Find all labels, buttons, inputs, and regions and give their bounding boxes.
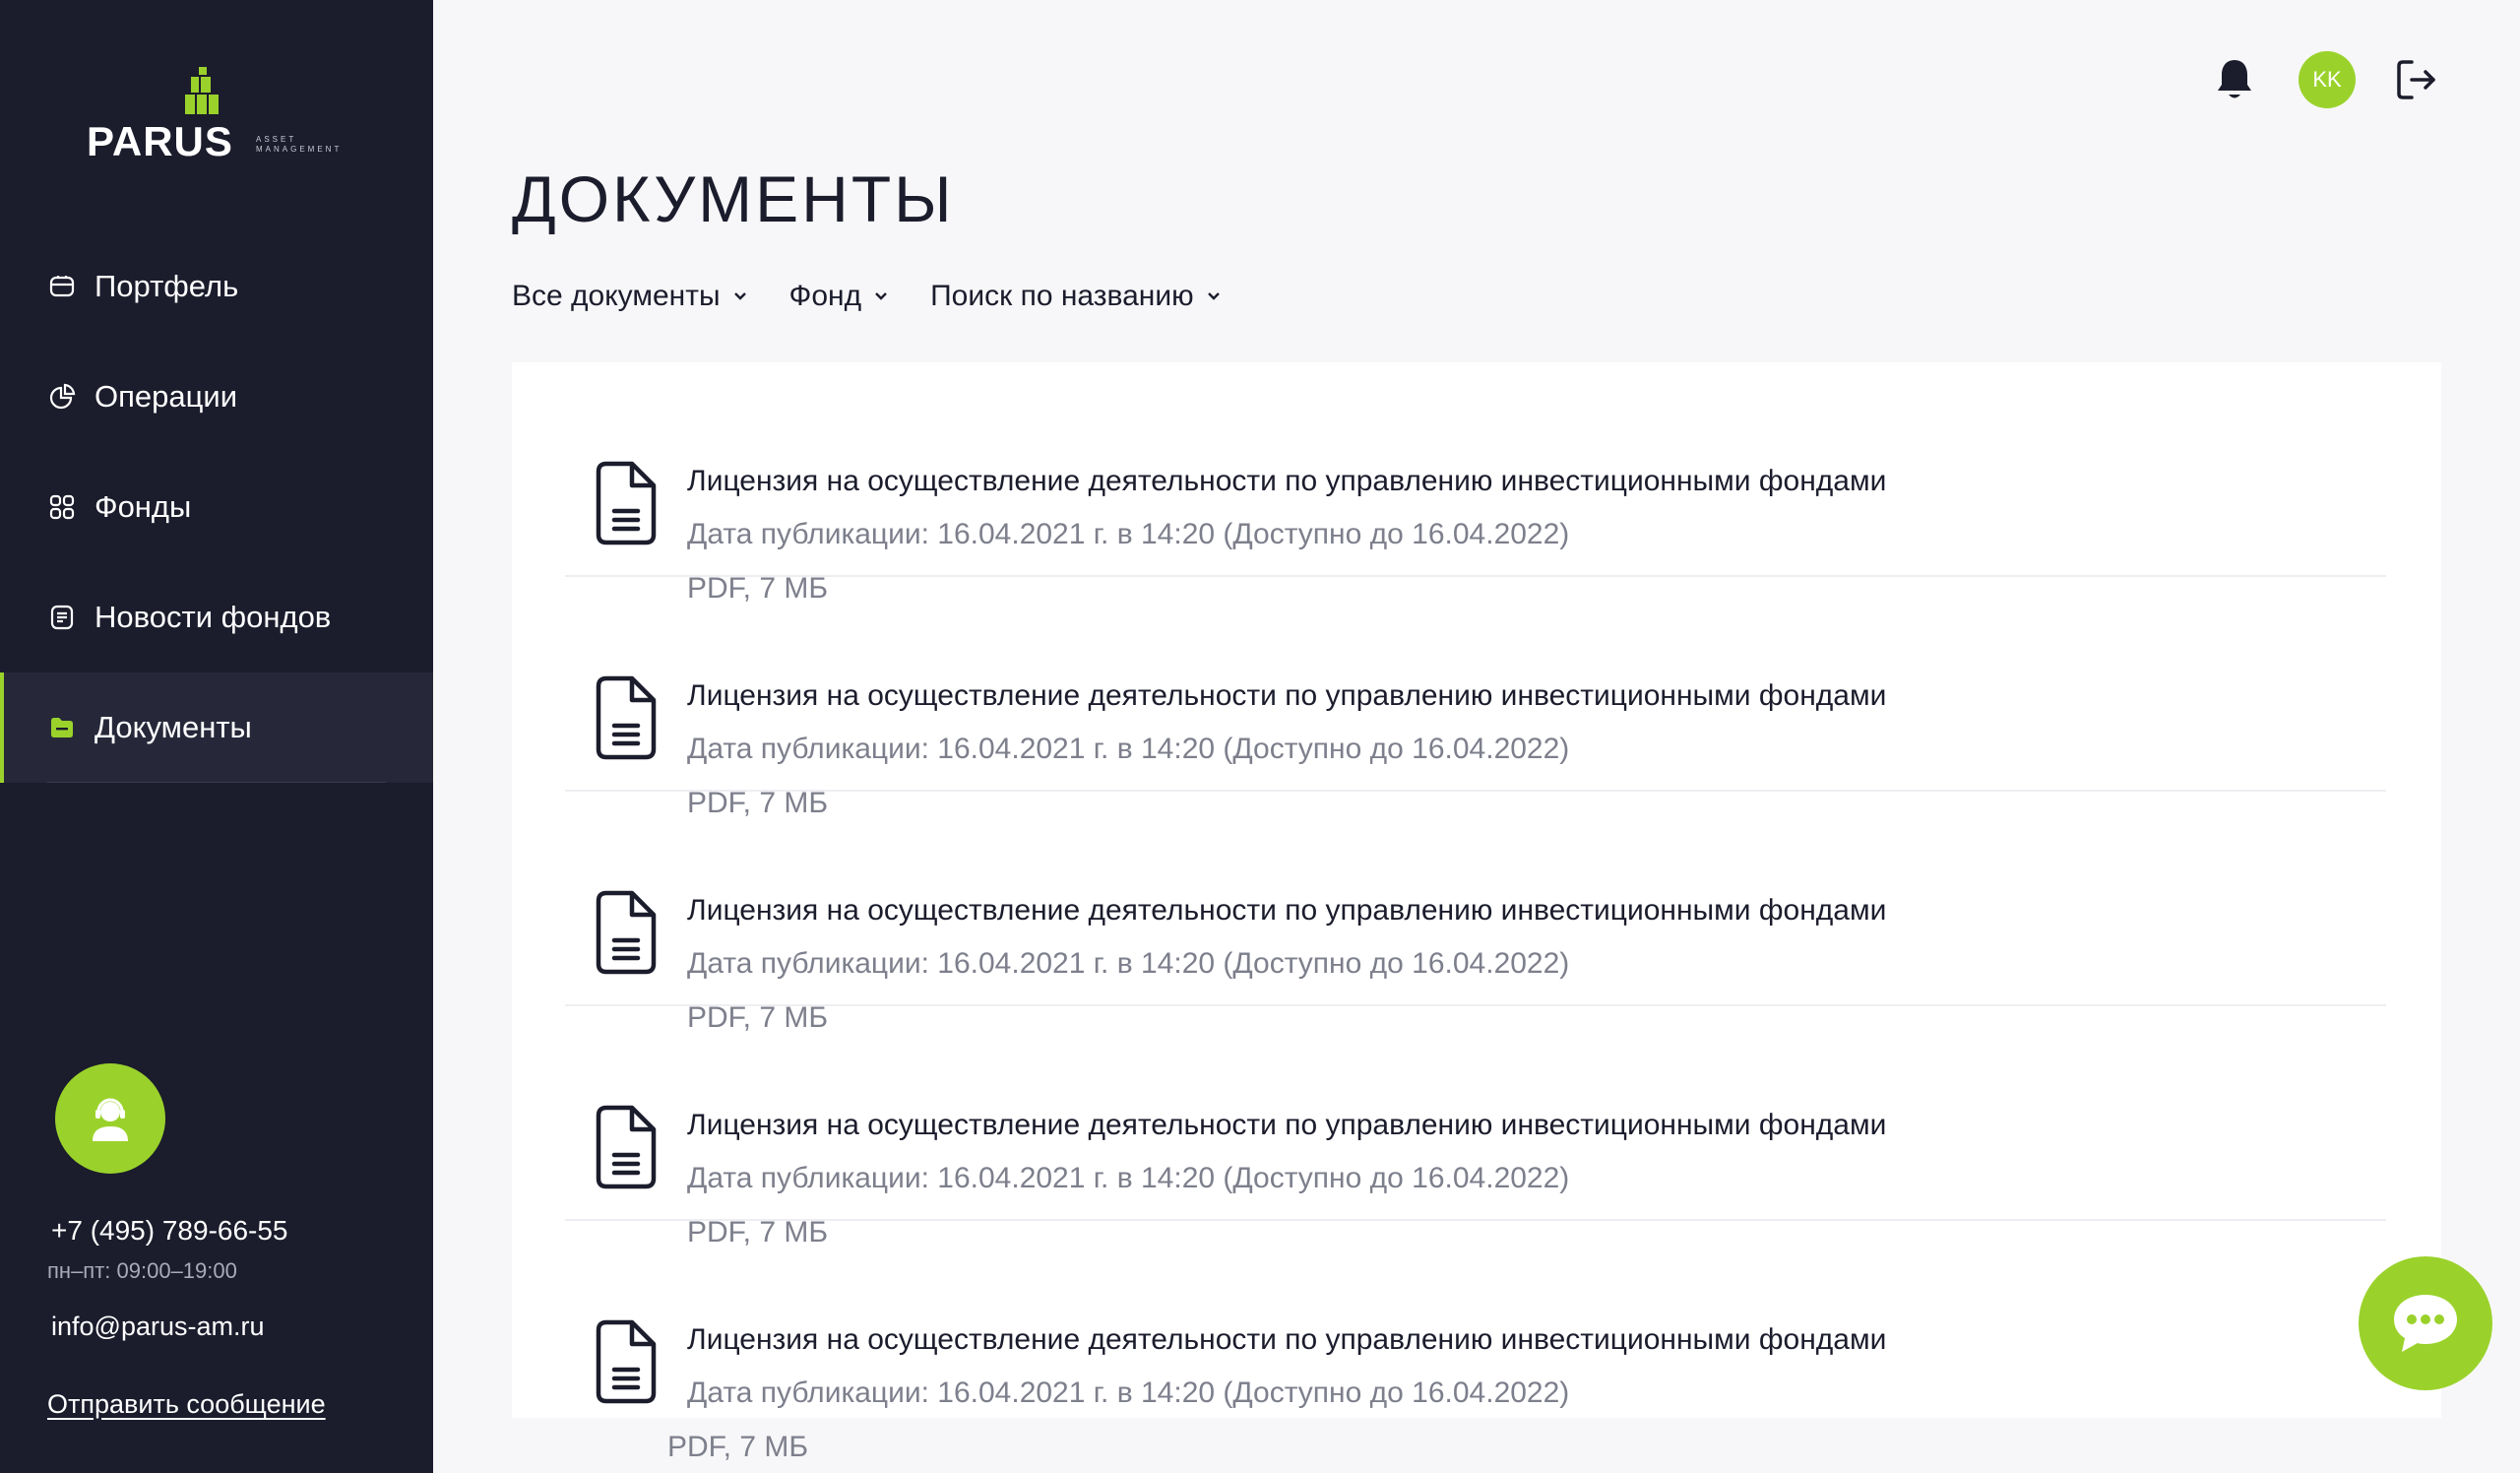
document-date: Дата публикации: 16.04.2021 г. в 14:20 (… [687, 947, 1570, 980]
list-item[interactable]: Лицензия на осуществление деятельности п… [565, 577, 2386, 819]
document-icon [596, 675, 657, 760]
document-title[interactable]: Лицензия на осуществление деятельности п… [687, 679, 1886, 713]
pie-chart-icon [47, 382, 77, 412]
list-item[interactable]: Лицензия на осуществление деятельности п… [565, 792, 2386, 1034]
list-item[interactable]: Лицензия на осуществление деятельности п… [565, 1006, 2386, 1249]
document-date: Дата публикации: 16.04.2021 г. в 14:20 (… [687, 733, 1570, 765]
filter-all-documents[interactable]: Все документы [512, 280, 748, 313]
sidebar-item-documents[interactable]: Документы [0, 672, 433, 783]
chevron-down-icon [1207, 292, 1220, 300]
sidebar-item-label: Операции [94, 379, 238, 414]
document-meta: PDF, 7 МБ [667, 1431, 809, 1463]
sidebar-item-funds[interactable]: Фонды [0, 452, 433, 562]
document-title[interactable]: Лицензия на осуществление деятельности п… [687, 894, 1886, 928]
chat-bubble-icon [2394, 1295, 2457, 1352]
app-root: PARUS ASSET MANAGEMENT Портфель Операции… [0, 0, 2520, 1473]
send-message-link[interactable]: Отправить сообщение [47, 1389, 326, 1420]
sidebar-item-label: Фонды [94, 489, 192, 524]
sidebar-item-fund-news[interactable]: Новости фондов [0, 562, 433, 672]
sidebar-item-portfolio[interactable]: Портфель [0, 231, 433, 342]
contact-email[interactable]: info@parus-am.ru [51, 1312, 265, 1342]
chevron-down-icon [733, 292, 746, 300]
list-item[interactable]: Лицензия на осуществление деятельности п… [565, 1221, 2386, 1418]
document-title[interactable]: Лицензия на осуществление деятельности п… [687, 1323, 1886, 1357]
document-title[interactable]: Лицензия на осуществление деятельности п… [687, 465, 1886, 498]
document-date: Дата публикации: 16.04.2021 г. в 14:20 (… [687, 1162, 1570, 1194]
filters-bar: Все документы Фонд Поиск по названию [512, 280, 1263, 313]
user-avatar[interactable]: KK [2299, 51, 2356, 108]
sidebar-item-label: Портфель [94, 269, 239, 303]
news-icon [47, 603, 77, 632]
document-icon [596, 890, 657, 975]
headset-user-icon [93, 1098, 128, 1141]
list-item[interactable]: Лицензия на осуществление деятельности п… [565, 362, 2386, 605]
sidebar-nav: Портфель Операции Фонды Новости фондов Д… [0, 231, 433, 783]
brand-name: PARUS [87, 118, 233, 164]
bell-icon[interactable] [2215, 57, 2254, 102]
chat-button[interactable] [2359, 1256, 2492, 1390]
document-icon [596, 1105, 657, 1189]
grid-icon [47, 492, 77, 522]
filter-label: Фонд [788, 280, 862, 312]
contact-hours: пн–пт: 09:00–19:00 [47, 1258, 237, 1283]
documents-list: Лицензия на осуществление деятельности п… [512, 362, 2441, 1418]
filter-label: Все документы [512, 280, 721, 312]
wallet-icon [47, 272, 77, 301]
chevron-down-icon [875, 292, 887, 300]
support-button[interactable] [55, 1063, 165, 1174]
brand-subtitle-line2: MANAGEMENT [256, 145, 343, 154]
sidebar-item-label: Новости фондов [94, 600, 332, 634]
page-title: ДОКУМЕНТЫ [512, 162, 955, 235]
sidebar-item-label: Документы [94, 710, 252, 744]
brand-subtitle: ASSET MANAGEMENT [256, 135, 342, 155]
logout-icon[interactable] [2394, 57, 2439, 102]
folder-icon [47, 713, 77, 742]
brand-logo[interactable]: PARUS ASSET MANAGEMENT [87, 67, 382, 165]
document-date: Дата публикации: 16.04.2021 г. в 14:20 (… [687, 1377, 1570, 1409]
filter-search-by-name[interactable]: Поиск по названию [930, 280, 1222, 313]
document-date: Дата публикации: 16.04.2021 г. в 14:20 (… [687, 518, 1570, 550]
logo-mark-icon [185, 67, 219, 114]
sidebar-item-operations[interactable]: Операции [0, 342, 433, 452]
filter-label: Поиск по названию [930, 280, 1194, 312]
document-icon [596, 461, 657, 545]
contact-phone[interactable]: +7 (495) 789-66-55 [51, 1215, 288, 1247]
document-title[interactable]: Лицензия на осуществление деятельности п… [687, 1109, 1886, 1142]
brand-subtitle-line1: ASSET [256, 135, 297, 144]
filter-fund[interactable]: Фонд [789, 280, 890, 313]
sidebar: PARUS ASSET MANAGEMENT Портфель Операции… [0, 0, 433, 1473]
document-icon [596, 1319, 657, 1404]
